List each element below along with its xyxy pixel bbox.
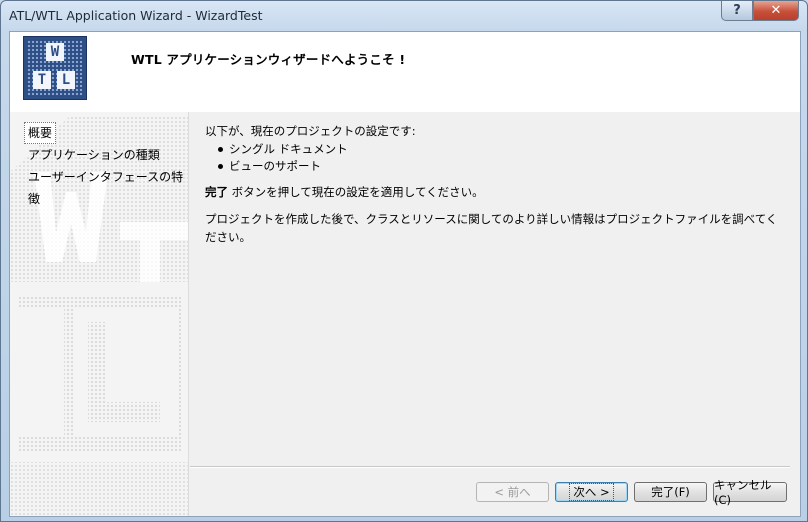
overview-panel: 以下が、現在のプロジェクトの設定です: シングル ドキュメント ビューのサポート… [205,122,785,244]
window-title: ATL/WTL Application Wizard - WizardTest [9,8,263,23]
wizard-step-list: 概要 アプリケーションの種類 ユーザーインタフェースの特徴 [24,122,188,206]
help-button[interactable]: ? [721,1,753,21]
wizard-window: ATL/WTL Application Wizard - WizardTest … [0,0,808,522]
cancel-button[interactable]: キャンセル(C) [713,478,787,507]
back-button[interactable]: < 前へ [476,482,549,502]
project-info-text: プロジェクトを作成した後で、クラスとリソースに関してのより詳しい情報はプロジェク… [205,212,778,244]
setting-item: ビューのサポート [218,158,785,175]
finish-keyword: 完了 [205,185,228,199]
sidebar-item-overview[interactable]: 概要 [24,122,57,144]
settings-intro: 以下が、現在のプロジェクトの設定です: [205,124,416,138]
button-separator [190,466,790,468]
logo-letter-l: L [57,71,75,89]
wizard-sidebar: 概要 アプリケーションの種類 ユーザーインタフェースの特徴 [10,112,189,516]
finish-button[interactable]: 完了(F) [634,482,707,502]
title-bar-buttons: ? ✕ [721,1,799,21]
finish-instruction-text: ボタンを押して現在の設定を適用してください。 [228,185,484,199]
next-button-label: 次へ > [569,483,614,501]
sidebar-item-application-type[interactable]: アプリケーションの種類 [24,144,188,166]
logo-letter-w: W [46,43,64,61]
settings-list: シングル ドキュメント ビューのサポート [205,141,785,175]
welcome-heading: WTL アプリケーションウィザードへようこそ ! [131,52,406,67]
dialog-client-area: W T L WTL アプリケーションウィザードへようこそ ! 概要 アプリケーシ… [9,31,801,517]
title-bar[interactable]: ATL/WTL Application Wizard - WizardTest … [1,1,807,31]
finish-instruction: 完了 ボタンを押して現在の設定を適用してください。 [205,183,785,201]
logo-letter-t: T [33,71,51,89]
wtl-logo-icon: W T L [23,36,87,100]
sidebar-item-ui-features[interactable]: ユーザーインタフェースの特徴 [24,166,188,206]
close-button[interactable]: ✕ [753,1,799,21]
next-button[interactable]: 次へ > [555,482,628,502]
setting-item: シングル ドキュメント [218,141,785,158]
wizard-header: W T L WTL アプリケーションウィザードへようこそ ! [10,32,800,112]
